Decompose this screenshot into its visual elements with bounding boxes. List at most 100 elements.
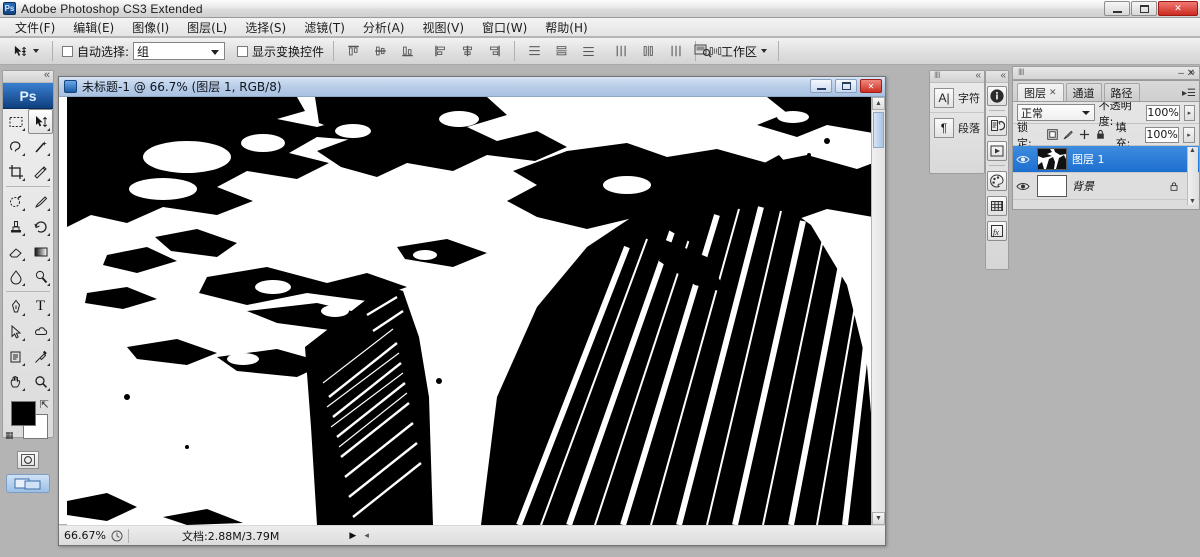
marquee-tool-button[interactable] bbox=[3, 109, 28, 134]
toolbox-collapse-handle[interactable] bbox=[3, 71, 53, 83]
scroll-up-button[interactable]: ▲ bbox=[872, 97, 885, 110]
lock-transparent-pixels-icon[interactable] bbox=[1047, 129, 1058, 140]
layers-panel-drag-handle[interactable] bbox=[1012, 66, 1200, 80]
menu-select[interactable]: 选择(S) bbox=[236, 17, 295, 38]
crop-tool-button[interactable] bbox=[3, 159, 28, 184]
blend-mode-dropdown[interactable]: 正常 bbox=[1017, 104, 1095, 121]
blur-tool-button[interactable] bbox=[3, 264, 28, 289]
history-panel-button[interactable] bbox=[986, 113, 1008, 138]
menu-filter[interactable]: 滤镜(T) bbox=[295, 17, 354, 38]
actions-panel-button[interactable] bbox=[986, 138, 1008, 163]
lock-image-pixels-icon[interactable] bbox=[1063, 129, 1074, 140]
menu-analysis[interactable]: 分析(A) bbox=[354, 17, 414, 38]
path-selection-tool-button[interactable] bbox=[3, 319, 28, 344]
screen-mode-icon[interactable] bbox=[6, 474, 50, 493]
lock-position-icon[interactable] bbox=[1079, 129, 1090, 140]
current-tool-preset[interactable] bbox=[6, 40, 43, 62]
brush-tool-button[interactable] bbox=[28, 189, 53, 214]
auto-select-checkbox[interactable] bbox=[62, 46, 73, 57]
tool-preset-chevron-down-icon[interactable] bbox=[33, 49, 39, 53]
swap-colors-icon[interactable]: ⇱ bbox=[40, 398, 49, 411]
styles-panel-button[interactable]: fx bbox=[986, 218, 1008, 243]
menu-layer[interactable]: 图层(L) bbox=[178, 17, 236, 38]
panel-window-controls[interactable]: – ✕ bbox=[1178, 68, 1195, 79]
menu-image[interactable]: 图像(I) bbox=[123, 17, 178, 38]
zoom-level[interactable]: 66.67% bbox=[59, 529, 111, 542]
dock-collapse-handle[interactable] bbox=[930, 71, 984, 83]
eyedropper-tool-button[interactable] bbox=[28, 344, 53, 369]
dodge-tool-button[interactable] bbox=[28, 264, 53, 289]
document-title-bar[interactable]: 未标题-1 @ 66.7% (图层 1, RGB/8) ✕ bbox=[59, 77, 885, 97]
workspace-button[interactable]: 工作区 bbox=[721, 43, 767, 60]
pen-tool-button[interactable] bbox=[3, 294, 28, 319]
menu-view[interactable]: 视图(V) bbox=[413, 17, 473, 38]
align-bottom-edges-button[interactable] bbox=[397, 41, 418, 61]
color-panel-button[interactable] bbox=[986, 168, 1008, 193]
image-canvas[interactable] bbox=[67, 97, 873, 525]
close-button[interactable]: ✕ bbox=[1158, 1, 1198, 16]
clone-stamp-tool-button[interactable] bbox=[3, 214, 28, 239]
icon-dock-collapse-handle[interactable] bbox=[986, 71, 1008, 83]
document-minimize-button[interactable] bbox=[810, 79, 832, 93]
character-panel-button[interactable]: A| 字符 bbox=[930, 83, 984, 113]
history-brush-tool-button[interactable] bbox=[28, 214, 53, 239]
distribute-left-edges-button[interactable] bbox=[611, 41, 632, 61]
scroll-up-button[interactable]: ▲ bbox=[1189, 147, 1196, 154]
status-resize-grip[interactable]: ◂ bbox=[364, 531, 369, 541]
tab-channels[interactable]: 通道 bbox=[1066, 83, 1102, 101]
document-close-button[interactable]: ✕ bbox=[860, 79, 882, 93]
type-tool-button[interactable]: T bbox=[28, 294, 53, 319]
paragraph-panel-button[interactable]: ¶ 段落 bbox=[930, 113, 984, 143]
align-horizontal-centers-button[interactable] bbox=[457, 41, 478, 61]
show-transform-checkbox[interactable] bbox=[237, 46, 248, 57]
shape-tool-button[interactable] bbox=[28, 319, 53, 344]
align-top-edges-button[interactable] bbox=[343, 41, 364, 61]
status-menu-arrow-icon[interactable]: ▶ bbox=[349, 531, 356, 541]
align-right-edges-button[interactable] bbox=[484, 41, 505, 61]
distribute-vertical-centers-button[interactable] bbox=[551, 41, 572, 61]
tab-layers[interactable]: 图层 ✕ bbox=[1017, 83, 1064, 101]
distribute-top-edges-button[interactable] bbox=[524, 41, 545, 61]
hand-tool-button[interactable] bbox=[3, 369, 28, 394]
opacity-stepper[interactable]: ▸ bbox=[1184, 105, 1195, 121]
canvas-area[interactable] bbox=[59, 97, 885, 525]
notes-tool-button[interactable] bbox=[3, 344, 28, 369]
document-maximize-button[interactable] bbox=[835, 79, 857, 93]
quick-mask-icon[interactable] bbox=[17, 451, 39, 469]
align-left-edges-button[interactable] bbox=[430, 41, 451, 61]
healing-brush-tool-button[interactable] bbox=[3, 189, 28, 214]
lasso-tool-button[interactable] bbox=[3, 134, 28, 159]
auto-select-dropdown[interactable]: 组 bbox=[133, 42, 225, 60]
close-icon[interactable]: ✕ bbox=[1049, 88, 1057, 98]
go-to-bridge-icon[interactable] bbox=[693, 42, 713, 60]
scrollbar-thumb[interactable] bbox=[873, 112, 884, 148]
distribute-right-edges-button[interactable] bbox=[665, 41, 686, 61]
menu-edit[interactable]: 编辑(E) bbox=[64, 17, 123, 38]
info-panel-button[interactable] bbox=[986, 83, 1008, 108]
menu-window[interactable]: 窗口(W) bbox=[473, 17, 536, 38]
fill-field[interactable]: 100% bbox=[1145, 127, 1179, 143]
zoom-tool-button[interactable] bbox=[28, 369, 53, 394]
lock-all-icon[interactable] bbox=[1095, 129, 1106, 140]
minimize-button[interactable] bbox=[1104, 1, 1130, 16]
gradient-tool-button[interactable] bbox=[28, 239, 53, 264]
move-tool-button[interactable] bbox=[28, 109, 53, 134]
distribute-horizontal-centers-button[interactable] bbox=[638, 41, 659, 61]
layer-visibility-icon[interactable] bbox=[1016, 154, 1032, 165]
swatches-panel-button[interactable] bbox=[986, 193, 1008, 218]
menu-help[interactable]: 帮助(H) bbox=[536, 17, 596, 38]
slice-tool-button[interactable] bbox=[28, 159, 53, 184]
layer-visibility-icon[interactable] bbox=[1016, 181, 1032, 192]
default-colors-icon[interactable]: ▦ bbox=[5, 430, 14, 441]
foreground-color-swatch[interactable] bbox=[11, 401, 36, 426]
tab-paths[interactable]: 路径 bbox=[1104, 83, 1140, 101]
layer-row-background[interactable]: 背景 bbox=[1013, 173, 1199, 200]
canvas-vertical-scrollbar[interactable]: ▲ ▼ bbox=[871, 97, 885, 525]
distribute-bottom-edges-button[interactable] bbox=[578, 41, 599, 61]
menu-file[interactable]: 文件(F) bbox=[6, 17, 64, 38]
status-preview-icon[interactable] bbox=[111, 530, 123, 542]
scroll-down-button[interactable]: ▼ bbox=[872, 512, 885, 525]
scroll-down-button[interactable]: ▼ bbox=[1189, 198, 1196, 205]
eraser-tool-button[interactable] bbox=[3, 239, 28, 264]
opacity-field[interactable]: 100% bbox=[1146, 105, 1179, 121]
